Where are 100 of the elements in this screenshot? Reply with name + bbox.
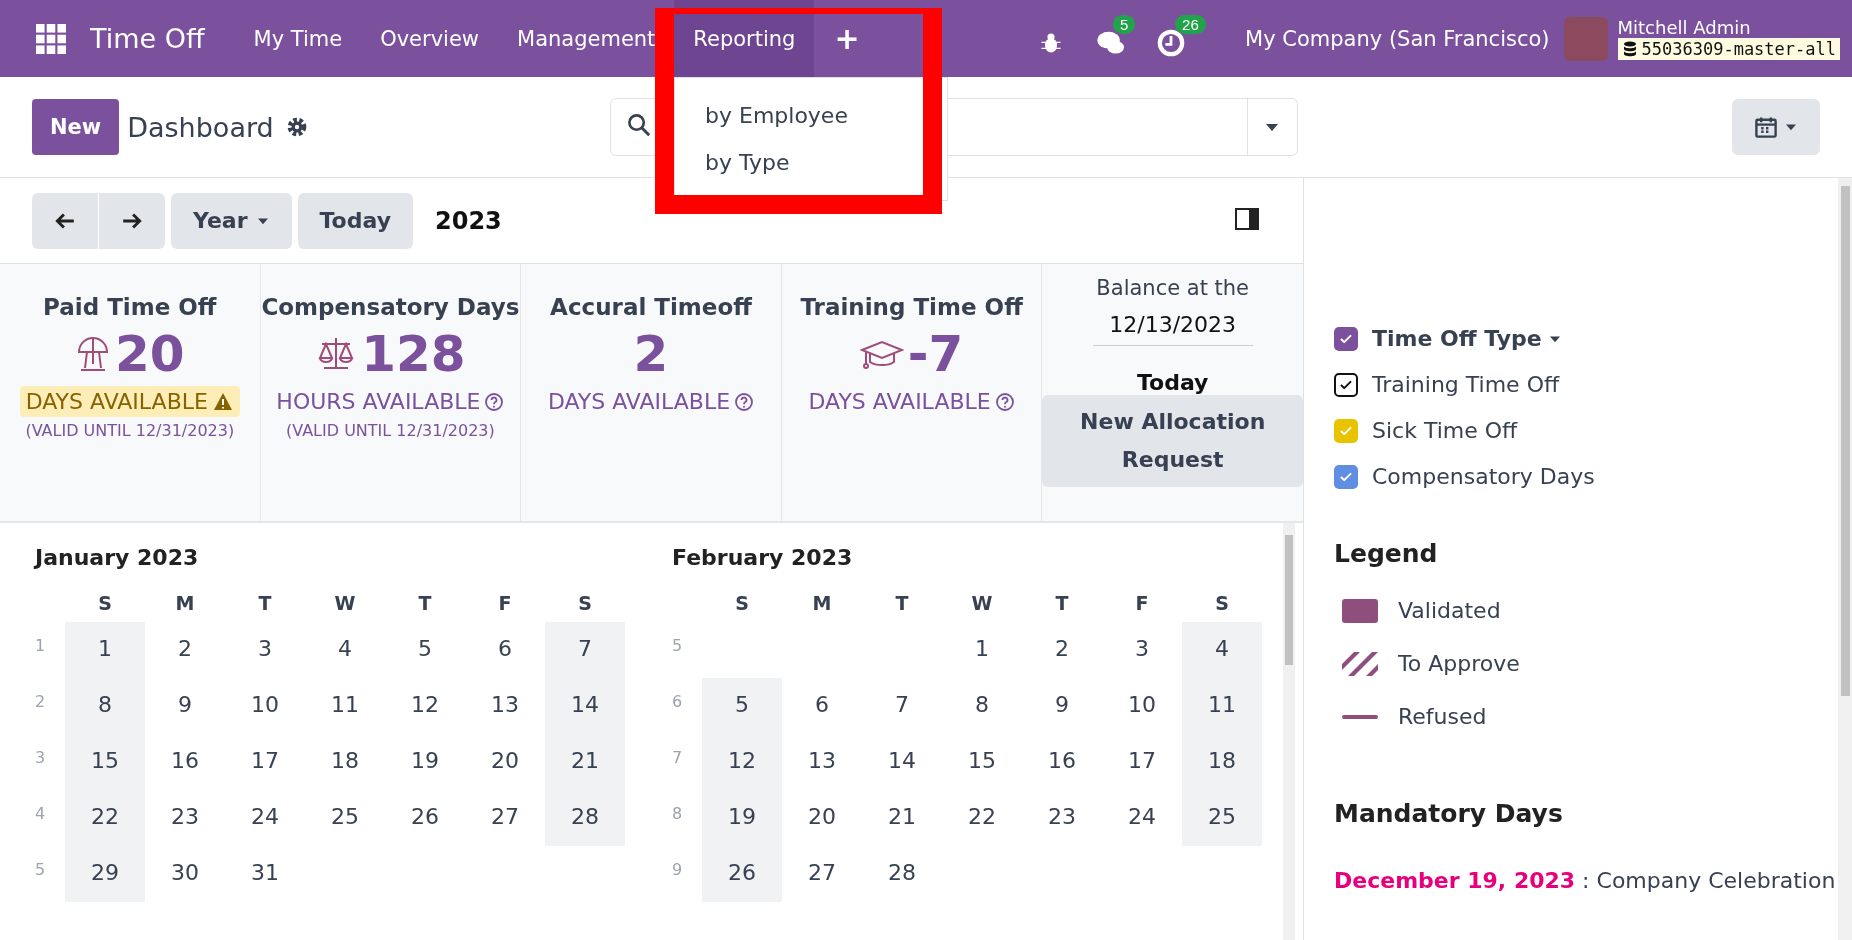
calendar-day[interactable]: 20 [465, 734, 545, 790]
calendar-day[interactable]: 8 [65, 678, 145, 734]
weekday-header: W [970, 592, 994, 616]
calendar-day[interactable]: 17 [225, 734, 305, 790]
calendar-day[interactable]: 15 [942, 734, 1022, 790]
next-button[interactable] [99, 192, 165, 249]
new-button[interactable]: New [32, 99, 120, 155]
calendar-day[interactable]: 13 [465, 678, 545, 734]
calendar-day[interactable]: 19 [385, 734, 465, 790]
previous-button[interactable] [32, 192, 98, 249]
calendar-day[interactable]: 3 [225, 622, 305, 678]
week-number: 6 [672, 691, 684, 713]
calendar-day[interactable]: 21 [862, 790, 942, 846]
calendar-day[interactable]: 25 [1182, 790, 1262, 846]
company-switcher[interactable]: My Company (San Francisco) [1239, 25, 1556, 52]
calendar-day[interactable]: 11 [1182, 678, 1262, 734]
calendar-day[interactable]: 13 [782, 734, 862, 790]
calendar-day[interactable]: 24 [1102, 790, 1182, 846]
validity-note: (VALID UNTIL 12/31/2023) [286, 421, 495, 440]
scrollbar[interactable] [1283, 523, 1295, 940]
weekday-header: M [811, 592, 833, 616]
calendar-day[interactable]: 1 [65, 622, 145, 678]
calendar-day[interactable]: 18 [1182, 734, 1262, 790]
menu-item[interactable]: Management [498, 0, 675, 77]
calendar-day[interactable]: 12 [702, 734, 782, 790]
calendar-day[interactable]: 28 [545, 790, 625, 846]
calendar-day[interactable]: 10 [225, 678, 305, 734]
calendar-day[interactable]: 3 [1102, 622, 1182, 678]
calendar-day[interactable]: 1 [942, 622, 1022, 678]
calendar-day[interactable]: 6 [782, 678, 862, 734]
calendar-day[interactable]: 16 [1022, 734, 1102, 790]
calendar-day[interactable]: 11 [305, 678, 385, 734]
calendar-day[interactable]: 2 [145, 622, 225, 678]
filter-title[interactable]: Time Off Type [1372, 326, 1562, 351]
app-title[interactable]: Time Off [90, 23, 205, 54]
calendar-day[interactable]: 5 [385, 622, 465, 678]
legend-label: Validated [1398, 598, 1501, 623]
week-number: 4 [35, 803, 47, 825]
calendar-day[interactable]: 5 [702, 678, 782, 734]
calendar-day[interactable]: 18 [305, 734, 385, 790]
calendar-day[interactable]: 14 [545, 678, 625, 734]
leave-type-title: Accural Timeoff [550, 294, 752, 320]
dropdown-item[interactable]: by Type [675, 139, 947, 186]
calendar-day[interactable]: 23 [145, 790, 225, 846]
menu-item[interactable]: Reporting [674, 0, 815, 77]
scale-dropdown[interactable]: Year [171, 192, 292, 249]
help-icon [994, 391, 1015, 412]
calendar-day[interactable]: 7 [862, 678, 942, 734]
menu-item[interactable]: Overview [361, 0, 498, 77]
calendar-day[interactable]: 29 [65, 846, 145, 902]
calendar-day[interactable]: 28 [862, 846, 942, 902]
checkbox[interactable] [1334, 372, 1358, 397]
calendar-day[interactable]: 24 [225, 790, 305, 846]
calendar-day[interactable]: 30 [145, 846, 225, 902]
mandatory-date: December 19, 2023 [1334, 868, 1576, 893]
dropdown-item[interactable]: by Employee [675, 92, 947, 139]
calendar-day[interactable]: 15 [65, 734, 145, 790]
balance-value: 20 [115, 326, 185, 382]
calendar-day[interactable]: 23 [1022, 790, 1102, 846]
calendar-day[interactable]: 7 [545, 622, 625, 678]
checkbox[interactable] [1334, 418, 1358, 443]
calendar-day[interactable]: 9 [1022, 678, 1102, 734]
mandatory-day-description: : Company Celebration [1582, 868, 1836, 893]
calendar-day[interactable]: 4 [1182, 622, 1262, 678]
menu-item[interactable]: My Time [234, 0, 362, 77]
calendar-day[interactable]: 26 [702, 846, 782, 902]
calendar-view-button[interactable] [1732, 99, 1820, 155]
calendar-day[interactable]: 17 [1102, 734, 1182, 790]
add-menu-button[interactable]: + [814, 0, 880, 77]
balance-date-field[interactable]: 12/13/2023 [1092, 304, 1253, 346]
calendar-day[interactable]: 4 [305, 622, 385, 678]
weekday-header: F [1134, 592, 1150, 616]
calendar-day[interactable]: 10 [1102, 678, 1182, 734]
calendar-day[interactable]: 22 [942, 790, 1022, 846]
calendar-day[interactable]: 12 [385, 678, 465, 734]
calendar-day[interactable]: 22 [65, 790, 145, 846]
checkbox[interactable] [1334, 326, 1358, 351]
leave-type-title: Paid Time Off [43, 294, 217, 320]
calendar-day[interactable]: 19 [702, 790, 782, 846]
scrollbar[interactable] [1838, 178, 1852, 940]
calendar-day[interactable]: 8 [942, 678, 1022, 734]
calendar-day[interactable]: 2 [1022, 622, 1102, 678]
calendar-day[interactable]: 9 [145, 678, 225, 734]
calendar-day[interactable]: 31 [225, 846, 305, 902]
calendar-day[interactable]: 27 [465, 790, 545, 846]
calendar-day[interactable]: 25 [305, 790, 385, 846]
calendar-day[interactable]: 20 [782, 790, 862, 846]
week-number: 8 [672, 803, 684, 825]
calendar-day[interactable]: 6 [465, 622, 545, 678]
calendar-day[interactable]: 26 [385, 790, 465, 846]
calendar-day[interactable]: 14 [862, 734, 942, 790]
new-allocation-button[interactable]: New Allocation Request [1042, 395, 1303, 487]
today-button[interactable]: Today [297, 192, 413, 249]
user-name[interactable]: Mitchell Admin [1617, 17, 1840, 38]
calendar-day[interactable]: 16 [145, 734, 225, 790]
calendar-day[interactable]: 21 [545, 734, 625, 790]
calendar-day[interactable]: 27 [782, 846, 862, 902]
weekday-header: S [97, 592, 113, 616]
today-label: Today [1136, 370, 1209, 395]
checkbox[interactable] [1334, 464, 1358, 489]
